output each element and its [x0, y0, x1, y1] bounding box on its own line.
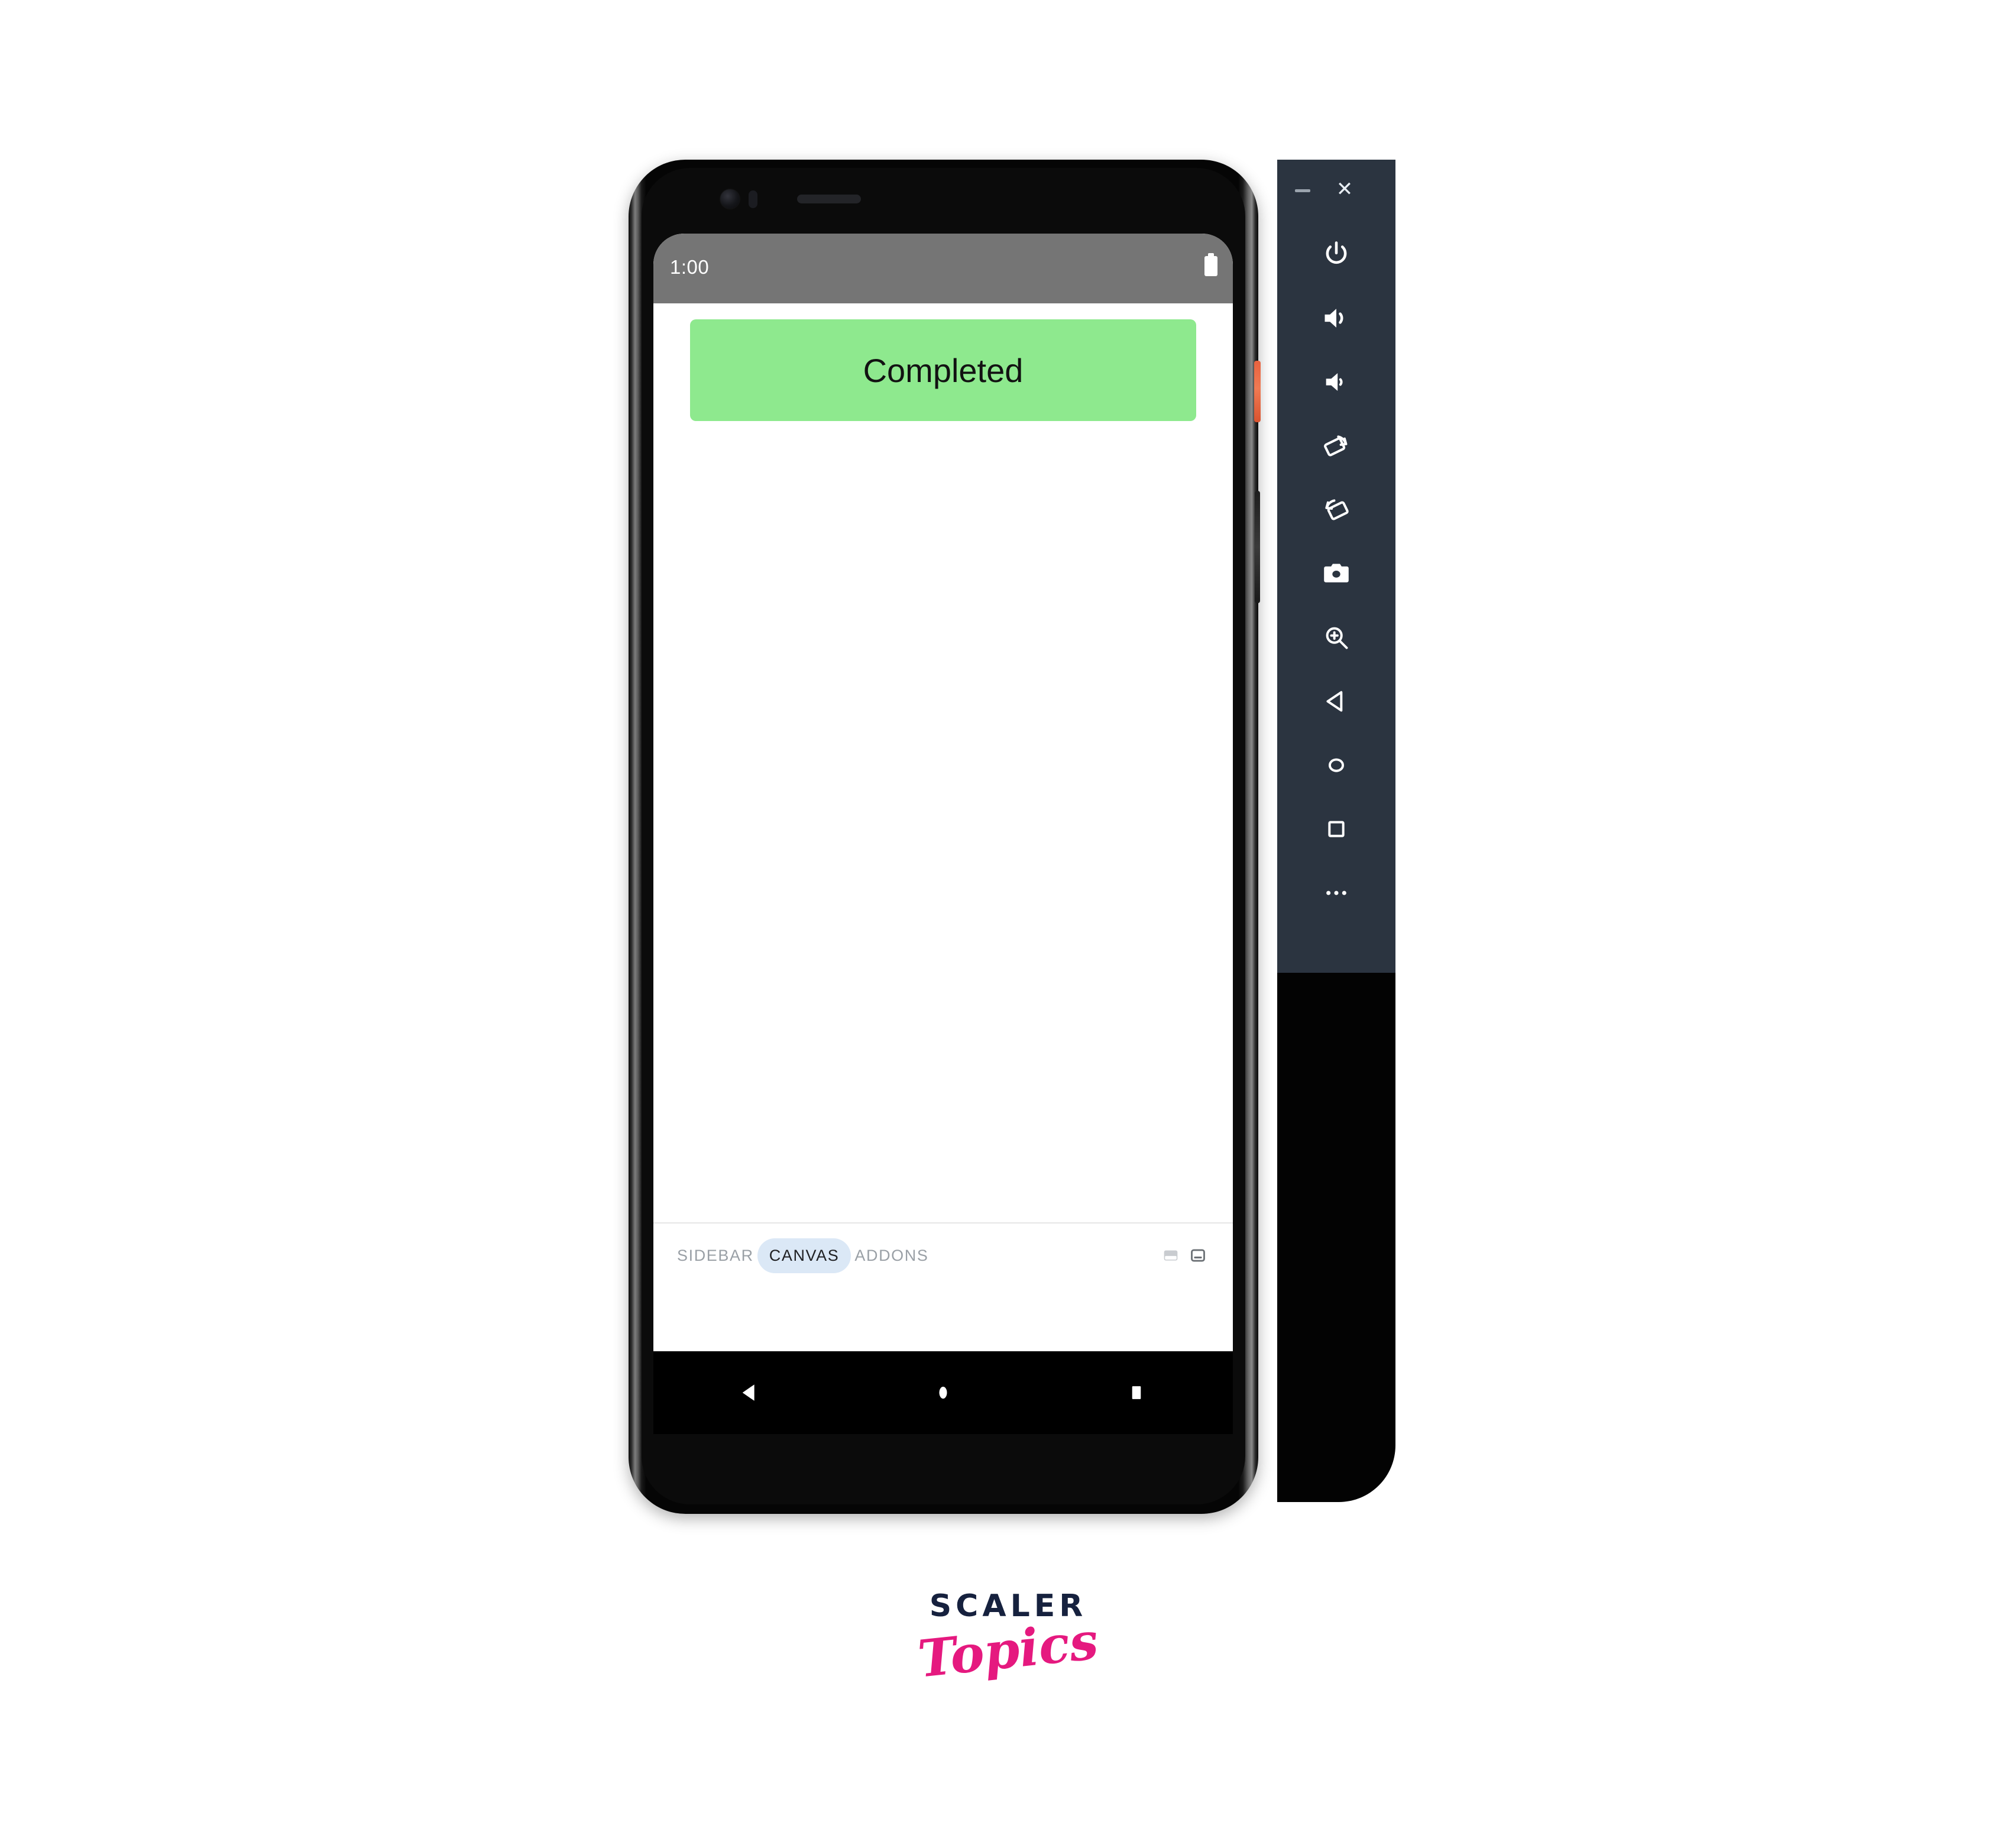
app-content-area: Completed SIDEBAR CANVAS ADDONS [653, 303, 1233, 1287]
more-icon[interactable] [1307, 863, 1366, 923]
back-icon[interactable] [1307, 672, 1366, 731]
layout-tablet-icon[interactable] [1157, 1242, 1184, 1269]
volume-up-icon[interactable] [1307, 289, 1366, 348]
rotate-left-icon[interactable] [1307, 416, 1366, 475]
volume-down-icon[interactable] [1307, 352, 1366, 412]
home-icon[interactable] [1307, 736, 1366, 795]
overview-icon[interactable] [1307, 800, 1366, 859]
power-key[interactable] [1254, 361, 1261, 422]
scaler-topics-logo: SCALER Topics [872, 1591, 1144, 1690]
phone-screen: 1:00 Completed SIDEBAR CANVAS ADDONS [653, 234, 1233, 1351]
canvas-tool-strip: SIDEBAR CANVAS ADDONS [653, 1222, 1233, 1287]
emulator-toolbar-panel: ✕ [1277, 160, 1395, 973]
minimize-icon[interactable] [1295, 189, 1310, 192]
camera-icon[interactable] [1307, 544, 1366, 603]
status-bar-time: 1:00 [670, 256, 710, 278]
window-controls: ✕ [1277, 173, 1395, 208]
tab-canvas[interactable]: CANVAS [757, 1238, 851, 1273]
tab-sidebar[interactable]: SIDEBAR [673, 1247, 757, 1265]
front-camera-icon [720, 189, 740, 209]
layout-phone-icon[interactable] [1184, 1242, 1212, 1269]
nav-recents-icon[interactable] [1110, 1366, 1163, 1419]
android-nav-bar [653, 1351, 1233, 1434]
close-icon[interactable]: ✕ [1333, 177, 1356, 201]
android-emulator-phone: 1:00 Completed SIDEBAR CANVAS ADDONS [629, 160, 1261, 1514]
completed-button[interactable]: Completed [690, 319, 1196, 421]
volume-key[interactable] [1255, 491, 1260, 603]
power-icon[interactable] [1307, 225, 1366, 284]
battery-icon [1204, 253, 1217, 276]
completed-button-label: Completed [863, 351, 1024, 389]
nav-home-icon[interactable] [917, 1366, 970, 1419]
logo-secondary-text: Topics [915, 1611, 1101, 1690]
nav-back-icon[interactable] [723, 1366, 776, 1419]
tab-addons[interactable]: ADDONS [851, 1247, 932, 1265]
proximity-sensor-icon [749, 190, 757, 208]
zoom-in-icon[interactable] [1307, 608, 1366, 667]
status-bar: 1:00 [653, 234, 1233, 303]
rotate-right-icon[interactable] [1307, 480, 1366, 539]
earpiece-speaker-icon [797, 195, 861, 203]
